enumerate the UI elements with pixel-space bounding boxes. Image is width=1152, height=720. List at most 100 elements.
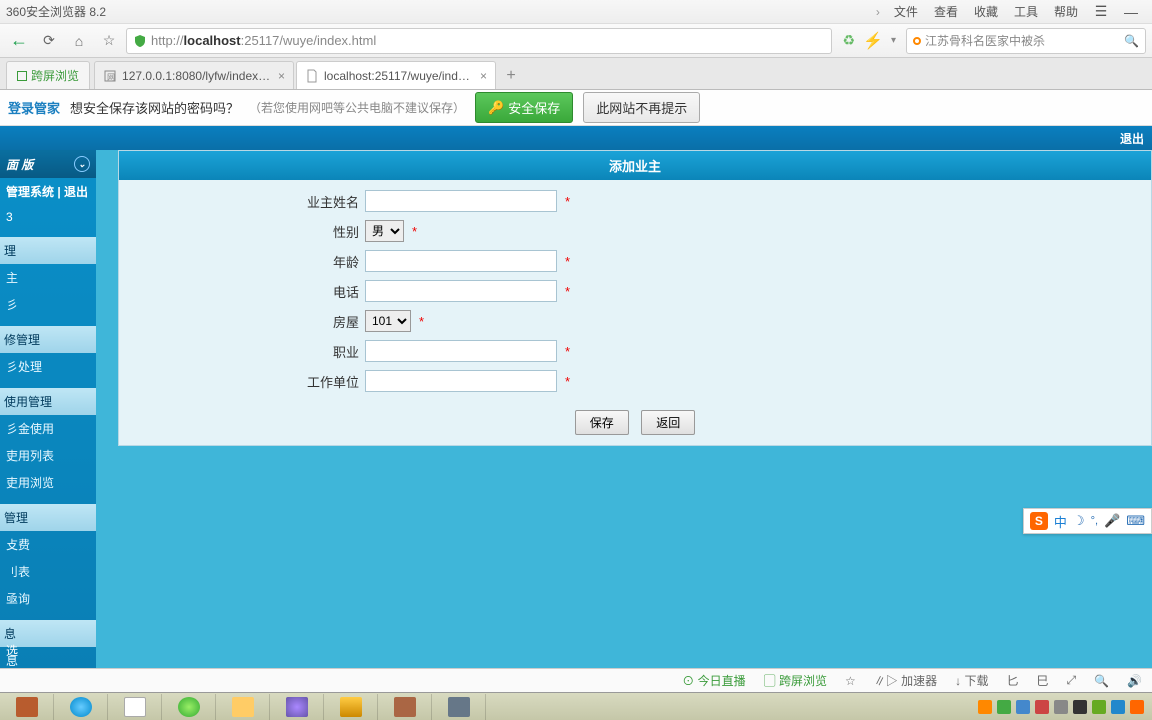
sidebar-item[interactable]: 主 bbox=[0, 264, 96, 291]
input-job[interactable] bbox=[365, 340, 557, 362]
label-unit: 工作单位 bbox=[119, 372, 365, 391]
collapse-icon[interactable]: ⌄ bbox=[74, 156, 90, 172]
label-job: 职业 bbox=[119, 342, 365, 361]
status-download[interactable]: ↓ 下载 bbox=[955, 672, 988, 689]
tab-1[interactable]: localhost:25117/wuye/index.h × bbox=[296, 61, 496, 89]
device-icon bbox=[17, 71, 27, 81]
sogou-icon[interactable]: S bbox=[1030, 512, 1048, 530]
status-live[interactable]: ⊙ 今日直播 bbox=[682, 672, 745, 689]
menu-file[interactable]: 文件 bbox=[894, 3, 918, 20]
panel-title: 添加业主 bbox=[119, 151, 1151, 180]
infobar-hint: （若您使用网吧等公共电脑不建议保存） bbox=[249, 99, 465, 116]
rocket-icon: ∥▷ bbox=[874, 674, 898, 688]
sidebar-bottom[interactable]: 选 bbox=[0, 637, 24, 664]
tab-add[interactable]: + bbox=[498, 63, 524, 89]
save-password-button[interactable]: 🔑 安全保存 bbox=[475, 92, 573, 123]
windows-taskbar bbox=[0, 692, 1152, 720]
window-minimize[interactable]: — bbox=[1116, 4, 1146, 20]
menu-tools[interactable]: 工具 bbox=[1014, 3, 1038, 20]
nav-star[interactable]: ☆ bbox=[96, 28, 122, 54]
never-save-button[interactable]: 此网站不再提示 bbox=[583, 92, 700, 123]
search-icon[interactable]: 🔍 bbox=[1124, 34, 1139, 48]
task-db[interactable] bbox=[324, 694, 378, 720]
sidebar-system-row[interactable]: 管理系统 | 退出 bbox=[0, 178, 96, 205]
task-360[interactable] bbox=[162, 694, 216, 720]
required-mark: * bbox=[419, 314, 424, 329]
required-mark: * bbox=[565, 284, 570, 299]
password-save-bar: 登录管家 想安全保存该网站的密码吗？ （若您使用网吧等公共电脑不建议保存） 🔑 … bbox=[0, 90, 1152, 126]
mic-icon[interactable]: 🎤 bbox=[1104, 513, 1120, 529]
sidebar-item[interactable]: 刂表 bbox=[0, 558, 96, 585]
device-icon: ▢ bbox=[764, 674, 776, 688]
task-pc[interactable] bbox=[432, 694, 486, 720]
tray-icon bbox=[1130, 700, 1144, 714]
infobar-title: 登录管家 bbox=[8, 98, 60, 117]
browser-navbar: ← ⟳ ⌂ ☆ http://localhost:25117/wuye/inde… bbox=[0, 24, 1152, 58]
keyboard-icon[interactable]: ⌨ bbox=[1126, 513, 1145, 529]
sidebar-group-2[interactable]: 使用管理 bbox=[0, 388, 96, 415]
ime-toolbar[interactable]: S 中 ☽ °, 🎤 ⌨ bbox=[1023, 508, 1152, 534]
sidebar-item[interactable]: 彡金使用 bbox=[0, 415, 96, 442]
select-room[interactable]: 101 bbox=[365, 310, 411, 332]
sidebar-item[interactable]: 吏用浏览 bbox=[0, 469, 96, 496]
input-name[interactable] bbox=[365, 190, 557, 212]
moon-icon[interactable]: ☽ bbox=[1073, 513, 1085, 529]
status-zoom-icon[interactable]: 🔍 bbox=[1094, 674, 1109, 688]
sidebar-group-3[interactable]: 管理 bbox=[0, 504, 96, 531]
chevron-icon: › bbox=[876, 5, 880, 19]
status-fav-icon[interactable]: ☆ bbox=[845, 674, 856, 688]
ime-punct-icon[interactable]: °, bbox=[1091, 515, 1098, 527]
task-eclipse[interactable] bbox=[270, 694, 324, 720]
app-title: 360安全浏览器 8.2 bbox=[6, 3, 106, 20]
tab-close-icon[interactable]: × bbox=[278, 69, 285, 83]
sidebar-item[interactable]: 吏用列表 bbox=[0, 442, 96, 469]
status-expand-icon[interactable]: ⤢ bbox=[1066, 673, 1076, 688]
chevron-down-icon[interactable]: ▾ bbox=[891, 35, 896, 46]
sidebar-group-1[interactable]: 修管理 bbox=[0, 326, 96, 353]
sidebar-item[interactable]: 攴费 bbox=[0, 531, 96, 558]
task-app-0[interactable] bbox=[0, 694, 54, 720]
sidebar-row: 3 bbox=[0, 205, 96, 229]
cross-screen-tab[interactable]: 跨屏浏览 bbox=[6, 61, 90, 89]
tab-0[interactable]: 网 127.0.0.1:8080/lyfw/index.jsp × bbox=[94, 61, 294, 89]
recycle-icon[interactable]: ♻ bbox=[842, 32, 855, 49]
task-ie[interactable] bbox=[54, 694, 108, 720]
nav-back[interactable]: ← bbox=[6, 28, 32, 54]
nav-reload[interactable]: ⟳ bbox=[36, 28, 62, 54]
sidebar-group-0[interactable]: 理 bbox=[0, 237, 96, 264]
input-unit[interactable] bbox=[365, 370, 557, 392]
logout-link[interactable]: 退出 bbox=[1120, 132, 1144, 146]
system-tray[interactable] bbox=[970, 700, 1152, 714]
tab-close-icon[interactable]: × bbox=[480, 69, 487, 83]
sidebar-item[interactable]: 彡处理 bbox=[0, 353, 96, 380]
search-placeholder: 江苏骨科名医家中被杀 bbox=[925, 32, 1045, 49]
sidebar-item[interactable]: 彡 bbox=[0, 291, 96, 318]
status-p-icon[interactable]: 匕 bbox=[1006, 672, 1018, 689]
label-phone: 电话 bbox=[119, 282, 365, 301]
sidebar-item[interactable]: 亟询 bbox=[0, 585, 96, 612]
label-name: 业主姓名 bbox=[119, 192, 365, 211]
status-e-icon[interactable]: 巳 bbox=[1036, 672, 1048, 689]
task-explorer[interactable] bbox=[216, 694, 270, 720]
status-cross[interactable]: ▢ 跨屏浏览 bbox=[764, 672, 827, 689]
menu-view[interactable]: 查看 bbox=[934, 3, 958, 20]
input-phone[interactable] bbox=[365, 280, 557, 302]
lightning-icon[interactable]: ⚡ bbox=[863, 31, 883, 51]
task-java[interactable] bbox=[108, 694, 162, 720]
save-button[interactable]: 保存 bbox=[575, 410, 629, 435]
status-accel[interactable]: ∥▷ 加速器 bbox=[874, 672, 937, 689]
url-bar[interactable]: http://localhost:25117/wuye/index.html bbox=[126, 28, 832, 54]
nav-home[interactable]: ⌂ bbox=[66, 28, 92, 54]
menu-fav[interactable]: 收藏 bbox=[974, 3, 998, 20]
search-engine-icon bbox=[913, 37, 921, 45]
sidebar-header[interactable]: 面 版 ⌄ bbox=[0, 150, 96, 178]
back-button[interactable]: 返回 bbox=[641, 410, 695, 435]
input-age[interactable] bbox=[365, 250, 557, 272]
window-menu-icon[interactable]: ☰ bbox=[1086, 3, 1116, 20]
select-sex[interactable]: 男 bbox=[365, 220, 404, 242]
ime-lang[interactable]: 中 bbox=[1054, 512, 1067, 531]
search-box[interactable]: 江苏骨科名医家中被杀 🔍 bbox=[906, 28, 1146, 54]
status-sound-icon[interactable]: 🔊 bbox=[1127, 674, 1142, 688]
menu-help[interactable]: 帮助 bbox=[1054, 3, 1078, 20]
task-book[interactable] bbox=[378, 694, 432, 720]
